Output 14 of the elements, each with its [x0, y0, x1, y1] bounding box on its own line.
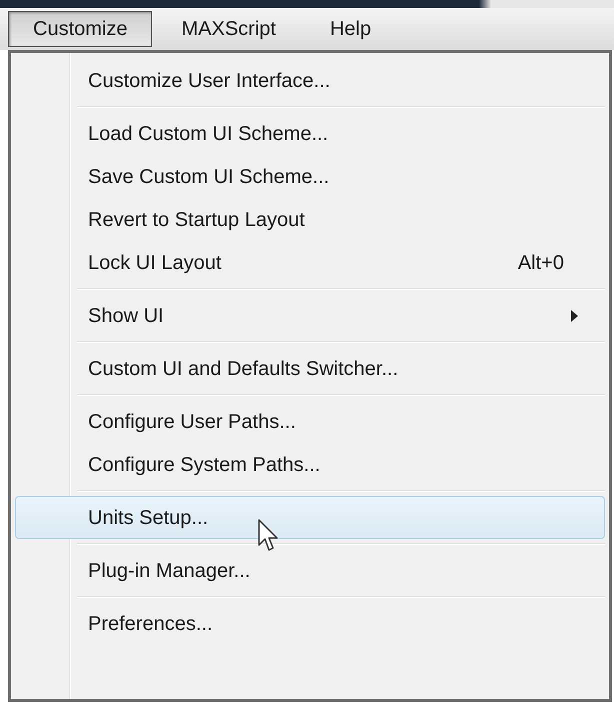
menu-item[interactable]: Preferences...	[15, 602, 605, 645]
menu-bar-item[interactable]: Help	[304, 11, 396, 47]
menu-item[interactable]: Save Custom UI Scheme...	[15, 155, 605, 198]
menu-item[interactable]: Configure User Paths...	[15, 400, 605, 443]
menu-item[interactable]: Load Custom UI Scheme...	[15, 112, 605, 155]
menu-item[interactable]: Plug-in Manager...	[15, 549, 605, 592]
menu-item[interactable]: Customize User Interface...	[15, 59, 605, 102]
menu-item[interactable]: Configure System Paths...	[15, 443, 605, 486]
menu-bar-item[interactable]: MAXScript	[156, 11, 301, 47]
menu-item[interactable]: Revert to Startup Layout	[15, 198, 605, 241]
menu-item[interactable]: Show UI	[15, 294, 605, 337]
menu-item[interactable]: Custom UI and Defaults Switcher...	[15, 347, 605, 390]
menu-item[interactable]: Lock UI Layout Alt+0	[15, 241, 605, 284]
menu-bar-item[interactable]: Customize	[8, 11, 152, 47]
